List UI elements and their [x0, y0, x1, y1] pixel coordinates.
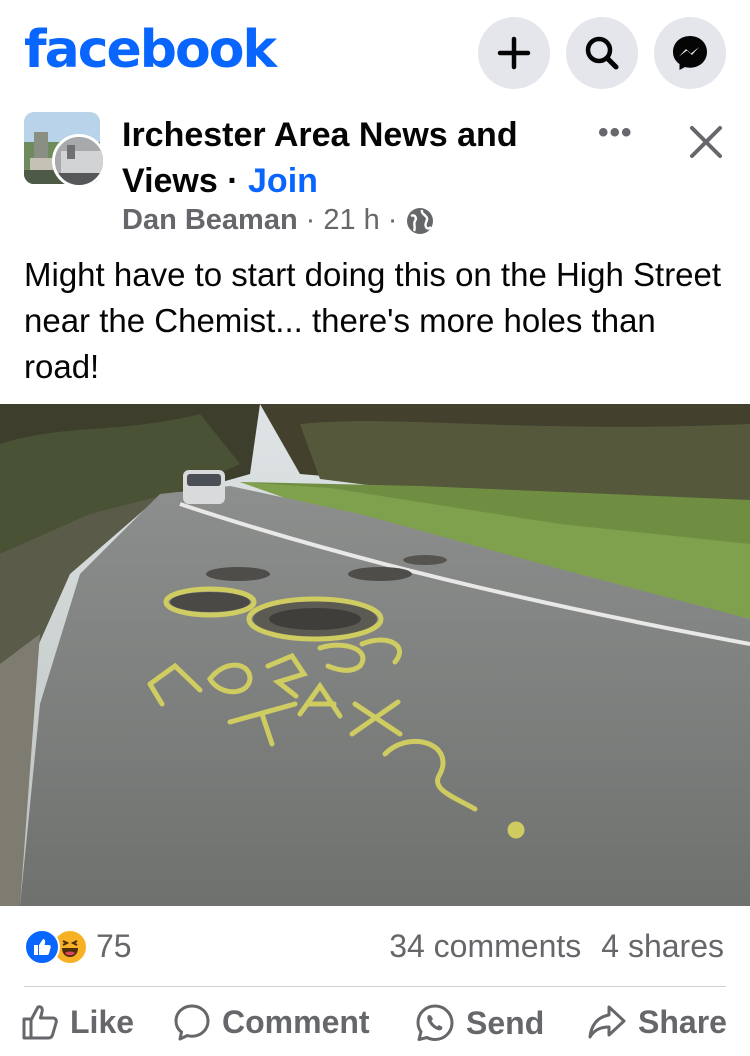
share-label: Share — [638, 1003, 727, 1040]
like-label: Like — [70, 1003, 135, 1040]
search-icon — [585, 36, 619, 70]
share-icon — [588, 1005, 626, 1039]
reactions-summary[interactable]: 75 — [24, 928, 132, 965]
reaction-count: 75 — [96, 928, 132, 964]
top-bar: facebook — [0, 0, 750, 100]
send-label: Send — [466, 1004, 545, 1041]
like-button[interactable]: Like — [20, 1002, 134, 1042]
thumbs-up-icon — [22, 1005, 58, 1040]
engagement-counts: 34 comments 4 shares — [389, 928, 724, 965]
more-options-button[interactable]: ••• — [598, 116, 633, 150]
like-reaction-icon — [24, 928, 60, 965]
comments-count[interactable]: 34 comments — [389, 928, 581, 965]
post-stats: 75 34 comments 4 shares — [0, 918, 750, 978]
comment-label: Comment — [222, 1003, 370, 1040]
messenger-button[interactable] — [654, 17, 726, 89]
search-button[interactable] — [566, 17, 638, 89]
post-meta: Dan Beaman · 21 h · — [122, 204, 435, 237]
send-button[interactable]: Send — [414, 1002, 544, 1044]
whatsapp-icon — [416, 1004, 454, 1041]
messenger-icon — [673, 36, 707, 70]
create-button[interactable] — [478, 17, 550, 89]
post-header: Irchester Area News and Views · Join Dan… — [0, 108, 750, 248]
share-button[interactable]: Share — [586, 1002, 727, 1042]
author-name[interactable]: Dan Beaman — [122, 204, 298, 237]
road-photo — [0, 404, 750, 906]
meta-dot: · — [305, 204, 316, 236]
facebook-logo[interactable]: facebook — [24, 20, 277, 80]
post-time[interactable]: 21 h — [323, 204, 379, 237]
globe-icon — [407, 207, 434, 234]
post-text: Might have to start doing this on the Hi… — [24, 256, 722, 385]
divider — [24, 986, 726, 987]
action-bar: Like Comment Send Share — [0, 1002, 750, 1056]
close-icon[interactable] — [686, 122, 726, 162]
author-avatar[interactable] — [52, 134, 106, 188]
group-name[interactable]: Irchester Area News and Views · Join — [122, 112, 572, 204]
post-photo[interactable] — [0, 404, 750, 906]
comment-button[interactable]: Comment — [172, 1002, 370, 1042]
join-button[interactable]: Join — [248, 162, 318, 200]
meta-dot-2: · — [387, 204, 398, 236]
comment-icon — [174, 1004, 210, 1041]
plus-icon — [497, 36, 531, 70]
group-name-text[interactable]: Irchester Area News and Views — [122, 116, 518, 200]
shares-count[interactable]: 4 shares — [601, 928, 724, 965]
separator-dot: · — [227, 162, 239, 200]
